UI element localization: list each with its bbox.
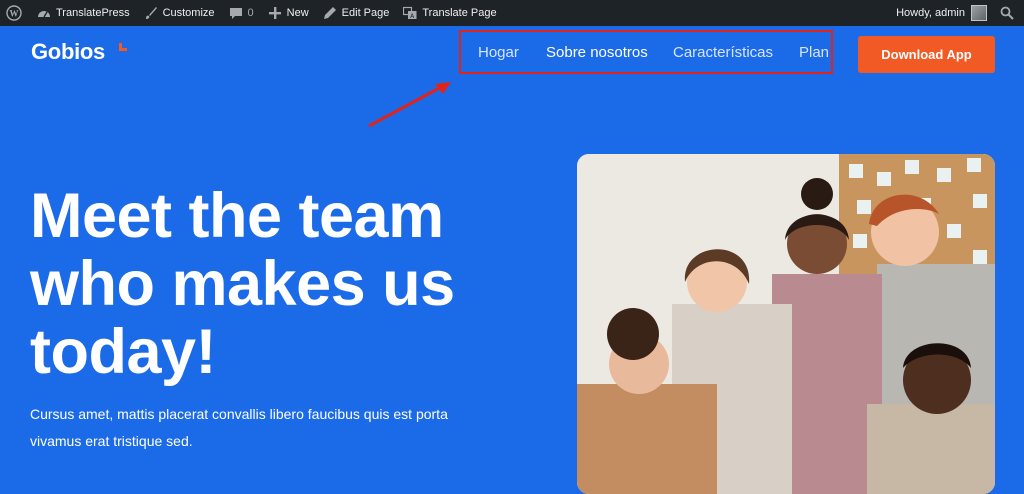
- download-app-button[interactable]: Download App: [858, 36, 995, 73]
- nav-item-hogar[interactable]: Hogar: [478, 44, 519, 61]
- edit-page-label: Edit Page: [341, 7, 390, 19]
- nav-item-caracteristicas[interactable]: Características: [673, 44, 773, 61]
- team-photo-illustration: [577, 154, 995, 494]
- dashboard-icon: [37, 6, 51, 20]
- site-logo[interactable]: Gobios: [31, 39, 105, 65]
- account-menu[interactable]: Howdy, admin: [889, 0, 994, 26]
- translate-page-label: Translate Page: [422, 7, 497, 19]
- hero-title: Meet the team who makes us today!: [30, 182, 550, 386]
- hero-description-line-1: Cursus amet, mattis placerat convallis l…: [30, 406, 448, 422]
- translate-icon: A: [403, 6, 417, 20]
- new-content-menu[interactable]: New: [261, 0, 316, 26]
- greeting: Howdy, admin: [896, 7, 965, 19]
- edit-page-menu[interactable]: Edit Page: [316, 0, 397, 26]
- annotation-arrow: [368, 82, 451, 128]
- nav-item-sobre-nosotros[interactable]: Sobre nosotros: [546, 44, 648, 61]
- wordpress-logo-button[interactable]: W: [0, 0, 30, 26]
- svg-text:W: W: [10, 9, 19, 19]
- logo-mark-icon: [119, 43, 127, 51]
- pencil-icon: [323, 6, 337, 20]
- translate-page-menu[interactable]: A Translate Page: [396, 0, 503, 26]
- brush-icon: [144, 6, 158, 20]
- plus-icon: [268, 6, 282, 20]
- new-label: New: [286, 7, 309, 19]
- avatar: [971, 5, 987, 21]
- admin-bar-right: Howdy, admin: [889, 0, 1024, 26]
- nav-item-plan[interactable]: Plan: [799, 44, 829, 61]
- search-icon: [1000, 6, 1014, 20]
- admin-search-button[interactable]: [994, 0, 1024, 26]
- hero-description-line-2: vivamus erat tristique sed.: [30, 433, 193, 449]
- comments-menu[interactable]: 0: [222, 0, 261, 26]
- customize-label: Customize: [162, 7, 215, 19]
- team-photo: [577, 154, 995, 494]
- hero-description: Cursus amet, mattis placerat convallis l…: [30, 401, 490, 455]
- hero-title-line-1: Meet the team: [30, 181, 444, 251]
- comments-count: 0: [247, 7, 254, 19]
- customize-menu[interactable]: Customize: [137, 0, 222, 26]
- translatepress-menu[interactable]: TranslatePress: [30, 0, 137, 26]
- hero-title-line-2: who makes us: [30, 249, 455, 319]
- admin-bar: W TranslatePress Customize 0 New Edit Pa…: [0, 0, 1024, 26]
- comment-icon: [229, 6, 243, 20]
- translatepress-label: TranslatePress: [56, 7, 130, 19]
- hero-title-line-3: today!: [30, 317, 217, 387]
- wordpress-icon: W: [6, 5, 22, 21]
